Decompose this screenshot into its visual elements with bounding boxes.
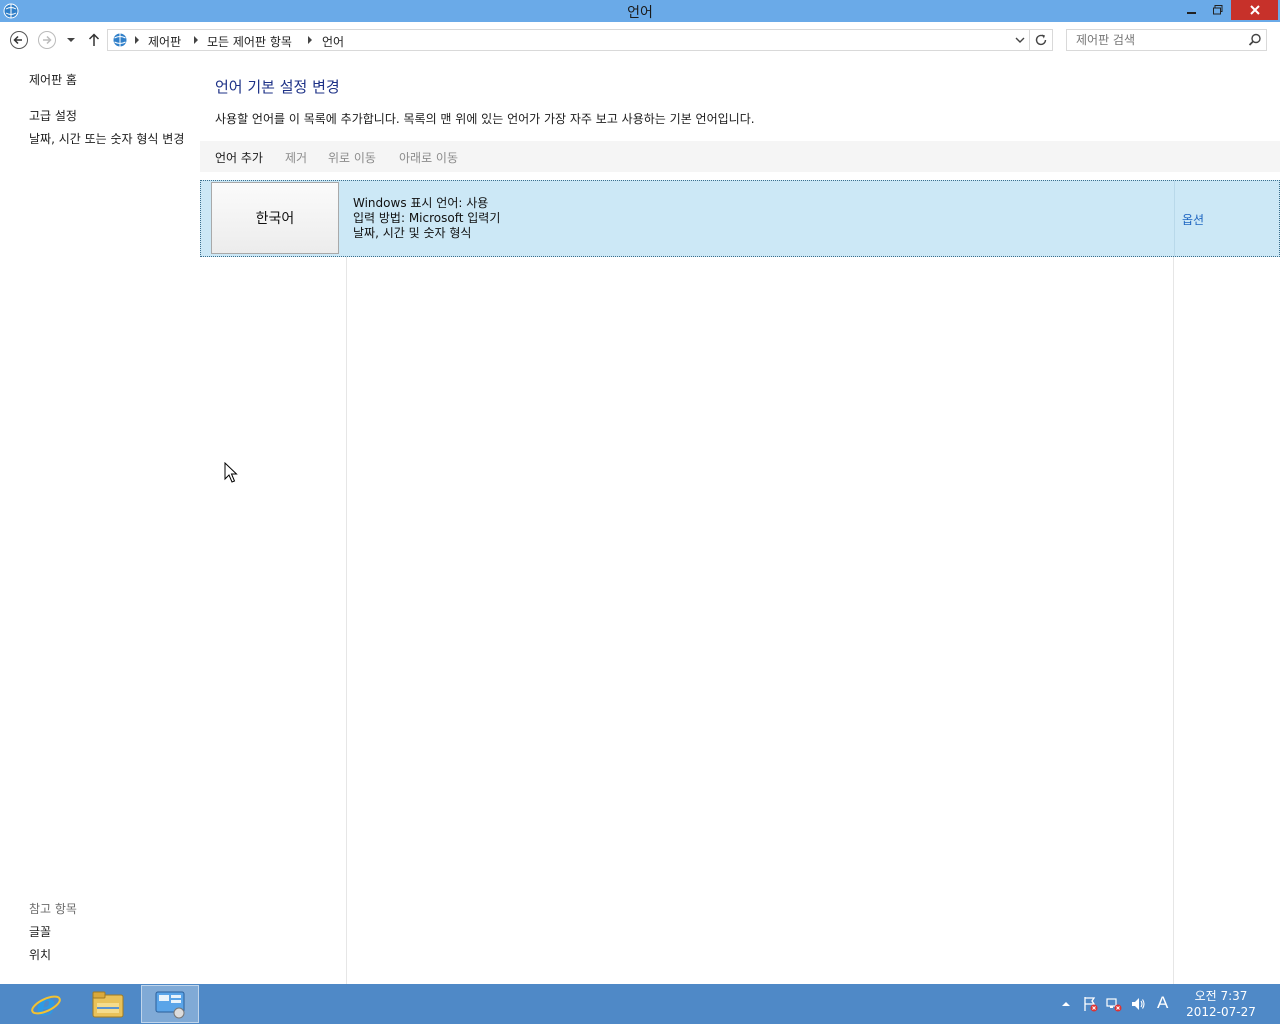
remove-button[interactable]: 제거	[285, 149, 307, 166]
restore-button[interactable]	[1204, 0, 1232, 20]
control-panel-globe-icon	[111, 32, 129, 51]
location-link[interactable]: 위치	[29, 948, 51, 963]
page-description: 사용할 언어를 이 목록에 추가합니다. 목록의 맨 위에 있는 언어가 가장 …	[215, 112, 755, 126]
column-divider	[346, 257, 347, 984]
show-hidden-icons-icon[interactable]	[1056, 994, 1076, 1014]
close-button[interactable]	[1231, 0, 1278, 20]
display-language-status: Windows 표시 언어: 사용	[353, 196, 489, 210]
mouse-cursor-icon	[224, 461, 238, 484]
breadcrumb-all-items[interactable]: 모든 제어판 항목	[207, 33, 292, 50]
change-date-time-format-link[interactable]: 날짜, 시간 또는 숫자 형식 변경	[29, 132, 189, 147]
language-details: Windows 표시 언어: 사용 입력 방법: Microsoft 입력기 날…	[353, 196, 500, 241]
column-divider	[1173, 257, 1174, 984]
svg-text:e: e	[36, 988, 55, 1021]
breadcrumb-language[interactable]: 언어	[322, 33, 344, 50]
recent-locations-dropdown-icon[interactable]	[63, 30, 79, 50]
internet-explorer-icon[interactable]: e	[17, 985, 75, 1023]
search-input[interactable]	[1067, 30, 1247, 50]
minimize-button[interactable]	[1178, 0, 1206, 20]
clock-date: 2012-07-27	[1186, 1005, 1256, 1019]
left-pane: 제어판 홈 고급 설정 날짜, 시간 또는 숫자 형식 변경 참고 항목 글꼴 …	[0, 58, 200, 984]
window-title: 언어	[627, 5, 653, 21]
language-row-korean[interactable]: 한국어 Windows 표시 언어: 사용 입력 방법: Microsoft 입…	[200, 180, 1280, 257]
breadcrumb-control-panel[interactable]: 제어판	[148, 33, 181, 50]
date-time-format: 날짜, 시간 및 숫자 형식	[353, 226, 472, 240]
volume-icon[interactable]	[1128, 994, 1148, 1014]
input-method-indicator[interactable]: A	[1157, 993, 1168, 1013]
file-explorer-icon[interactable]	[79, 985, 137, 1023]
search-icon[interactable]	[1248, 33, 1262, 47]
taskbar-clock[interactable]: 오전 7:37 2012-07-27	[1184, 988, 1258, 1020]
fonts-link[interactable]: 글꼴	[29, 925, 51, 940]
breadcrumb-separator-icon[interactable]	[133, 34, 141, 46]
move-down-button[interactable]: 아래로 이동	[399, 149, 458, 166]
advanced-settings-link[interactable]: 고급 설정	[29, 109, 77, 124]
up-button[interactable]	[84, 30, 104, 50]
move-up-button[interactable]: 위로 이동	[328, 149, 376, 166]
control-panel-icon[interactable]	[141, 985, 199, 1023]
back-button[interactable]	[9, 30, 29, 50]
page-title: 언어 기본 설정 변경	[215, 78, 340, 96]
search-box[interactable]	[1066, 29, 1267, 51]
input-method: 입력 방법: Microsoft 입력기	[353, 211, 501, 225]
refresh-icon	[1035, 34, 1047, 46]
address-bar[interactable]: 제어판 모든 제어판 항목 언어	[107, 29, 1030, 51]
address-dropdown-icon[interactable]	[1013, 33, 1027, 47]
language-toolbar: 언어 추가 제거 위로 이동 아래로 이동	[200, 141, 1280, 172]
action-center-flag-icon[interactable]	[1080, 994, 1100, 1014]
clock-time: 오전 7:37	[1194, 989, 1248, 1003]
title-bar: 언어	[0, 0, 1280, 22]
breadcrumb-separator-icon[interactable]	[306, 34, 314, 46]
forward-button[interactable]	[37, 30, 57, 50]
add-language-button[interactable]: 언어 추가	[215, 149, 263, 166]
options-link[interactable]: 옵션	[1182, 211, 1204, 228]
control-panel-home-link[interactable]: 제어판 홈	[29, 73, 77, 88]
network-error-icon[interactable]	[1104, 994, 1124, 1014]
language-tile[interactable]: 한국어	[211, 182, 339, 254]
breadcrumb-separator-icon[interactable]	[192, 34, 200, 46]
row-divider	[1174, 181, 1175, 256]
see-also-header: 참고 항목	[29, 902, 77, 916]
taskbar: e A 오전 7:37 2012-07-27	[0, 984, 1280, 1024]
refresh-button[interactable]	[1030, 29, 1053, 51]
